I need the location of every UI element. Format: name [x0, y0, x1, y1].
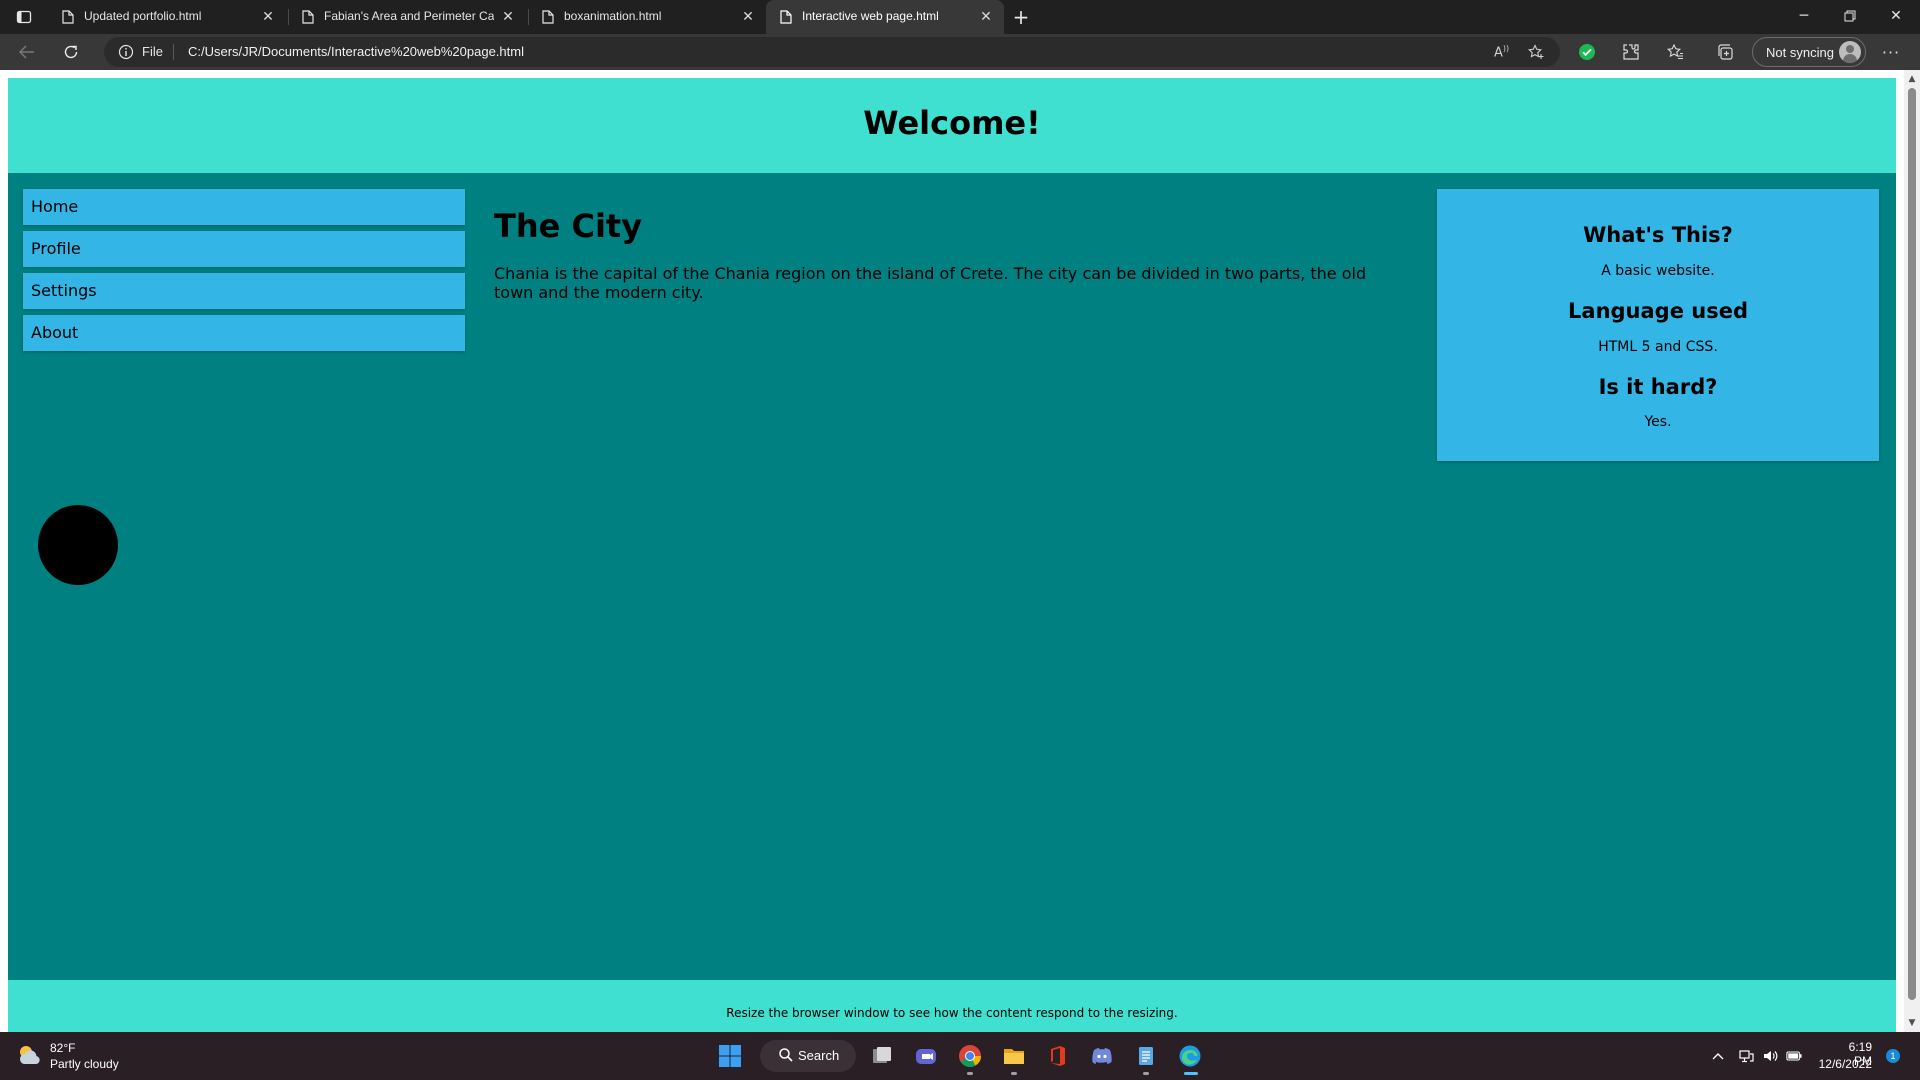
tab-strip: Updated portfolio.html ✕ Fabian's Area a… [0, 0, 1920, 34]
aside-text: HTML 5 and CSS. [1598, 339, 1718, 355]
more-icon[interactable]: ··· [1882, 43, 1900, 62]
page-footer: Resize the browser window to see how the… [8, 980, 1896, 1032]
running-indicator [1184, 1072, 1198, 1075]
vertical-scrollbar[interactable]: ▲ ▼ [1904, 70, 1920, 1032]
add-favorite-icon[interactable] [1527, 44, 1546, 64]
chat-icon[interactable] [910, 1040, 942, 1072]
scroll-up-icon[interactable]: ▲ [1904, 72, 1920, 86]
close-icon[interactable]: ✕ [740, 9, 756, 25]
taskbar: 82°F Partly cloudy Search 6:19 PM 12/6/2… [0, 1032, 1920, 1080]
menu-item-settings[interactable]: Settings [23, 273, 465, 309]
new-tab-icon[interactable]: + [1008, 4, 1034, 30]
collections-icon[interactable] [1716, 43, 1734, 61]
page-icon [62, 10, 74, 27]
extension-check-icon[interactable] [1578, 43, 1596, 61]
file-explorer-icon[interactable] [998, 1040, 1030, 1075]
tab-boxanimation[interactable]: boxanimation.html ✕ [528, 0, 766, 34]
page-header: Welcome! [8, 78, 1896, 173]
address-toolbar: File C:/Users/JR/Documents/Interactive%2… [0, 34, 1920, 70]
weather-temperature[interactable]: 82°F [50, 1041, 75, 1055]
edge-icon[interactable] [1174, 1040, 1206, 1075]
notification-badge[interactable]: 1 [1886, 1049, 1900, 1063]
tab-interactive-web-page[interactable]: Interactive web page.html ✕ [766, 0, 1004, 34]
running-indicator [1011, 1072, 1017, 1075]
page-viewport: Welcome! Home Profile Settings About The… [0, 70, 1904, 1032]
tab-label: Updated portfolio.html [84, 9, 202, 23]
favorites-icon[interactable] [1666, 43, 1684, 61]
menu-item-about[interactable]: About [23, 315, 465, 351]
aside-panel: What's This? A basic website. Language u… [1437, 189, 1879, 461]
discord-icon[interactable] [1086, 1040, 1118, 1072]
aside-heading: What's This? [1583, 223, 1733, 247]
battery-icon[interactable] [1786, 1048, 1802, 1064]
back-icon[interactable] [14, 39, 40, 65]
page-icon [780, 10, 792, 27]
chevron-up-icon[interactable] [1710, 1048, 1726, 1064]
taskbar-search[interactable]: Search [760, 1040, 856, 1072]
scroll-down-icon[interactable]: ▼ [1904, 1016, 1920, 1030]
tab-area-perimeter-calc[interactable]: Fabian's Area and Perimeter Calc ✕ [288, 0, 526, 34]
extensions-icon[interactable] [1622, 43, 1640, 61]
main-content: The City Chania is the capital of the Ch… [494, 206, 1390, 302]
minimize-icon[interactable]: ─ [1782, 0, 1826, 32]
info-icon[interactable] [118, 44, 134, 64]
menu-item-profile[interactable]: Profile [23, 231, 465, 267]
aside-heading: Language used [1568, 299, 1748, 323]
read-aloud-icon[interactable]: A)) [1494, 44, 1509, 60]
aside-text: A basic website. [1601, 263, 1715, 279]
tab-label: Interactive web page.html [802, 9, 939, 23]
notepad-icon[interactable] [1130, 1040, 1162, 1075]
url-separator [173, 44, 174, 60]
main-paragraph: Chania is the capital of the Chania regi… [494, 264, 1367, 302]
page-title: Welcome! [863, 104, 1041, 142]
partly-cloudy-icon[interactable] [16, 1042, 44, 1070]
refresh-icon[interactable] [58, 39, 84, 65]
footer-text: Resize the browser window to see how the… [726, 1006, 1178, 1020]
search-icon [778, 1047, 794, 1066]
office-icon[interactable] [1042, 1040, 1074, 1072]
weather-description[interactable]: Partly cloudy [50, 1057, 119, 1071]
main-heading: The City [494, 207, 643, 245]
address-bar[interactable]: File C:/Users/JR/Documents/Interactive%2… [104, 37, 1560, 67]
close-window-icon[interactable]: ✕ [1874, 0, 1918, 32]
tab-label: boxanimation.html [564, 9, 662, 23]
search-label: Search [798, 1048, 840, 1063]
task-view-icon[interactable] [866, 1040, 898, 1072]
menu-item-home[interactable]: Home [23, 189, 465, 225]
url-text[interactable]: C:/Users/JR/Documents/Interactive%20web%… [188, 44, 524, 59]
restore-icon[interactable] [1828, 0, 1872, 32]
close-icon[interactable]: ✕ [978, 9, 994, 25]
network-icon[interactable] [1738, 1048, 1754, 1064]
running-indicator [1143, 1072, 1149, 1075]
profile-label: Not syncing [1766, 45, 1834, 60]
tab-label: Fabian's Area and Perimeter Calc [324, 9, 494, 23]
page-icon [302, 10, 314, 27]
aside-text: Yes. [1644, 414, 1672, 430]
scroll-thumb[interactable] [1908, 88, 1916, 1000]
clock-date[interactable]: 12/6/2022 [1818, 1057, 1872, 1071]
avatar-icon [1839, 41, 1861, 63]
profile-button[interactable]: Not syncing [1752, 37, 1866, 67]
running-indicator [967, 1072, 973, 1075]
volume-icon[interactable] [1762, 1048, 1778, 1064]
tab-updated-portfolio[interactable]: Updated portfolio.html ✕ [48, 0, 286, 34]
url-scheme: File [142, 44, 163, 59]
tab-actions-icon[interactable] [10, 6, 38, 28]
close-icon[interactable]: ✕ [260, 9, 276, 25]
page-icon [542, 10, 554, 27]
chrome-icon[interactable] [954, 1040, 986, 1075]
animated-ball [38, 505, 118, 585]
close-icon[interactable]: ✕ [500, 9, 516, 25]
aside-heading: Is it hard? [1598, 375, 1718, 399]
start-icon[interactable] [714, 1040, 746, 1072]
